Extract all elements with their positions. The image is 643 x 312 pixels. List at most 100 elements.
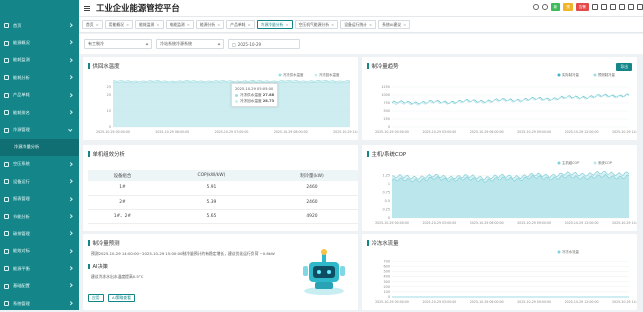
date-picker[interactable]: □ 2025-10-29 — [228, 39, 300, 49]
filter-bar: 有工制冷 冷站系统冷源系统 □ 2025-10-29 — [79, 34, 643, 54]
tab[interactable]: 空压机气能源分析 × — [294, 20, 339, 29]
x-tick-label: 2025-10-29 00:00:00 — [375, 221, 409, 225]
sidebar-subitem-active[interactable]: 冷源冷量分析 — [0, 138, 79, 156]
close-icon[interactable]: × — [187, 22, 190, 27]
date-value: 2025-10-29 — [237, 41, 262, 47]
chevron-down-icon — [145, 42, 149, 46]
close-icon[interactable]: × — [156, 22, 159, 27]
user-icon[interactable] — [619, 4, 625, 10]
ai-strategy-button[interactable]: AI策略查看 — [108, 294, 135, 302]
sidebar-item[interactable]: 空压系统 — [0, 156, 79, 173]
apply-button[interactable]: 应用 — [88, 294, 104, 302]
lock-icon[interactable] — [610, 4, 616, 10]
close-icon[interactable]: × — [285, 22, 288, 27]
y-tick-label: 1250 — [381, 85, 390, 89]
sidebar-item[interactable]: 首页 — [0, 17, 79, 34]
warning-badge[interactable]: 预 — [563, 3, 573, 11]
close-icon[interactable]: × — [217, 22, 220, 27]
toolbar: 新 预 告警 — [532, 3, 643, 11]
tab[interactable]: 能耗监测 × — [135, 20, 164, 29]
sidebar-item[interactable]: 基础配置 — [0, 277, 79, 294]
sidebar-item[interactable]: 能源概况 — [0, 34, 79, 51]
fullscreen-icon[interactable] — [601, 4, 607, 10]
message-icon[interactable] — [541, 4, 548, 10]
sidebar: 首页 能源概况 能耗监测 能耗分析 产品单耗 能耗排名冷源管理冷源冷量分析 空压系统 设备运行… — [0, 0, 79, 310]
x-tick-label: 2025-10-29 00:00:00 — [375, 130, 409, 134]
table-cell: 2460 — [265, 195, 358, 210]
cold-trend-card: 制冷量趋势 导出 0 250 500 750 1000 1250 2025-10-29 00… — [362, 57, 637, 140]
menu-icon — [4, 127, 9, 133]
plant-select-value: 有工制冷 — [88, 41, 104, 46]
unit-efficiency-card: 单机组效分析 设备组合 COP(kW/kW) 制冷量(kW) 1# 5.91 246… — [83, 145, 358, 231]
alarm-badge[interactable]: 告警 — [575, 3, 589, 11]
legend-label: 冷冻回水温度 — [319, 72, 340, 77]
chevron-icon — [67, 40, 72, 45]
menu-icon — [4, 57, 9, 63]
sidebar-item-label: 能效对标 — [13, 248, 30, 254]
ai-robot-illustration — [303, 249, 345, 295]
tab[interactable]: 产品单耗 × — [226, 20, 255, 29]
tab-label: 电能监测 — [169, 21, 185, 27]
new-badge[interactable]: 新 — [550, 3, 561, 11]
sidebar-item[interactable]: 能耗分析 — [0, 69, 79, 86]
x-tick-label: 2025-10-29 12:00:00 — [565, 130, 599, 134]
menu-icon — [4, 75, 9, 81]
grid-icon[interactable] — [592, 4, 598, 10]
menu-icon — [4, 110, 9, 116]
y-tick-label: 500 — [384, 270, 390, 274]
chevron-icon — [67, 179, 72, 184]
close-icon[interactable]: × — [96, 22, 99, 27]
search-icon[interactable] — [532, 4, 539, 10]
sidebar-item[interactable]: 能耗监测 — [0, 52, 79, 69]
sidebar-item[interactable]: 碳排管理 — [0, 225, 79, 242]
card-title: 单机组效分析 — [88, 150, 125, 158]
chevron-icon — [67, 266, 72, 271]
tab[interactable]: 设备运行统计 × — [340, 20, 377, 29]
tab[interactable]: 电能监测 × — [165, 20, 194, 29]
tooltip-row: 冷冻回水温度 28.73 — [235, 98, 274, 104]
chevron-icon — [67, 127, 72, 132]
sidebar-item[interactable]: 节能分析 — [0, 208, 79, 225]
sidebar-item[interactable]: 能效对标 — [0, 243, 79, 260]
sidebar-item-label: 能源平衡 — [13, 265, 30, 271]
menu-icon — [4, 92, 9, 98]
close-icon[interactable]: × — [369, 22, 372, 27]
menu-icon — [4, 23, 9, 29]
chevron-icon — [67, 58, 72, 62]
tab[interactable]: 能源分析 × — [195, 20, 225, 29]
sidebar-item[interactable]: 设备运行 — [0, 173, 79, 190]
tab[interactable]: 系统AI建议 × — [378, 20, 411, 29]
close-icon[interactable]: × — [331, 22, 334, 27]
tab[interactable]: 首页 × — [82, 20, 103, 29]
x-tick-label: 2025-10-29 09:00:00 — [517, 130, 551, 134]
sidebar-item[interactable]: 报表管理 — [0, 191, 79, 208]
close-icon[interactable]: × — [126, 22, 129, 27]
chevron-icon — [67, 162, 72, 166]
ai-text: 建议冷冻水出水温度提高0.5°C — [91, 274, 144, 279]
sidebar-item[interactable]: 能耗排名 — [0, 104, 79, 121]
chevron-icon — [67, 23, 72, 28]
tab-label: 产品单耗 — [230, 21, 246, 27]
more-icon[interactable] — [637, 4, 643, 10]
sidebar-item-label: 冷源管理 — [13, 127, 30, 133]
tab[interactable]: 冷源冷量分析 × — [256, 20, 293, 29]
page-title: 工业企业能源管控平台 — [96, 3, 180, 13]
settings-icon[interactable] — [628, 4, 634, 10]
tab-label: 冷源冷量分析 — [260, 21, 284, 27]
x-tick-label: 2025-10-29 09:00:00 — [517, 300, 551, 304]
table-row: 1# 5.91 2460 — [88, 181, 358, 196]
table-row: 1#、2# 5.65 4920 — [88, 209, 358, 224]
close-icon[interactable]: × — [247, 22, 250, 27]
calendar-icon: □ — [232, 41, 236, 47]
sidebar-item[interactable]: 产品单耗 — [0, 87, 79, 104]
tab[interactable]: 用能概况 × — [104, 20, 134, 29]
plant-select[interactable]: 有工制冷 — [84, 39, 152, 49]
close-icon[interactable]: × — [403, 22, 406, 27]
sidebar-item[interactable]: 冷源管理 — [0, 121, 79, 138]
legend-label: 系统COP — [598, 160, 612, 165]
menu-toggle-icon[interactable] — [84, 5, 90, 11]
system-select[interactable]: 冷站系统冷源系统 — [156, 39, 224, 49]
sidebar-item[interactable]: 系统管理 — [0, 295, 79, 312]
legend-label: 预测制冷量 — [598, 72, 616, 77]
sidebar-item[interactable]: 能源平衡 — [0, 260, 79, 277]
